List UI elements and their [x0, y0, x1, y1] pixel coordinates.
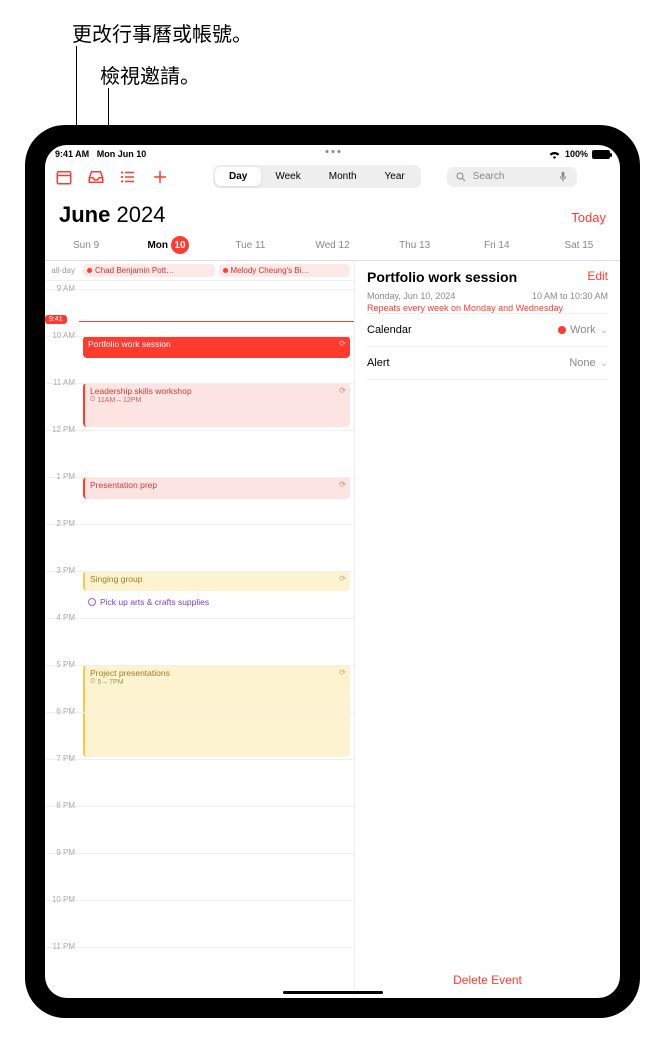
add-event-button[interactable] — [151, 168, 169, 186]
detail-title: Portfolio work session — [367, 269, 517, 285]
hour-row: 11 PM — [45, 947, 354, 994]
home-indicator[interactable] — [283, 991, 383, 994]
hour-label: 3 PM — [45, 566, 79, 575]
hour-label: 2 PM — [45, 519, 79, 528]
weekday-sun[interactable]: Sun 9 — [45, 236, 127, 254]
month-name: June — [59, 202, 110, 227]
weekday-tue[interactable]: Tue 11 — [209, 236, 291, 254]
detail-date-row: Monday, Jun 10, 2024 10 AM to 10:30 AM — [367, 291, 608, 301]
weekday-sat[interactable]: Sat 15 — [538, 236, 620, 254]
today-button[interactable]: Today — [571, 210, 606, 225]
view-week[interactable]: Week — [261, 167, 314, 186]
status-bar: 9:41 AM Mon Jun 10 100% — [45, 145, 620, 159]
dot-icon — [87, 268, 92, 273]
allday-event-title: Chad Benjamin Pott… — [95, 266, 174, 275]
allday-row: all-day Chad Benjamin Pott… Melody Cheun… — [45, 261, 354, 281]
wifi-icon — [548, 149, 561, 159]
hour-label: 10 PM — [45, 895, 79, 904]
view-segmented-control: Day Week Month Year — [213, 165, 421, 188]
row-label: Alert — [367, 357, 390, 369]
calendar-color-dot — [558, 326, 566, 334]
detail-date: Monday, Jun 10, 2024 — [367, 291, 455, 301]
hour-row: 5 PM — [45, 665, 354, 712]
hour-label: 6 PM — [45, 707, 79, 716]
hour-row: 10 PM — [45, 900, 354, 947]
hour-label: 12 PM — [45, 425, 79, 434]
hour-row: 6 PM — [45, 712, 354, 759]
row-label: Calendar — [367, 324, 412, 336]
hour-label: 11 PM — [45, 942, 79, 951]
hour-label: 8 PM — [45, 801, 79, 810]
hour-row: 8 PM — [45, 806, 354, 853]
delete-event-button[interactable]: Delete Event — [355, 973, 620, 987]
weekday-thu[interactable]: Thu 13 — [374, 236, 456, 254]
chevron-icon: ⌄ — [600, 358, 608, 369]
detail-alert-row[interactable]: Alert None ⌄ — [367, 346, 608, 380]
row-value: Work — [570, 324, 595, 336]
status-time: 9:41 AM — [55, 149, 89, 159]
dictation-icon[interactable] — [557, 171, 569, 183]
battery-icon — [592, 150, 610, 159]
view-day[interactable]: Day — [215, 167, 261, 186]
chevron-icon: ⌄ — [600, 325, 608, 336]
weekday-wed[interactable]: Wed 12 — [291, 236, 373, 254]
callout-change-calendar: 更改行事曆或帳號。 — [72, 18, 252, 47]
weekday-fri[interactable]: Fri 14 — [456, 236, 538, 254]
hour-row: 11 AM — [45, 383, 354, 430]
allday-label: all-day — [49, 266, 79, 275]
year: 2024 — [116, 202, 165, 227]
search-placeholder: Search — [473, 171, 505, 182]
timeline-grid[interactable]: 9:41 Portfolio work session ⟳ Leadership… — [45, 281, 354, 998]
hour-row: 12 PM — [45, 430, 354, 477]
allday-event[interactable]: Chad Benjamin Pott… — [83, 264, 215, 277]
row-value: None — [569, 357, 595, 369]
search-field[interactable]: Search — [447, 167, 577, 187]
detail-repeat: Repeats every week on Monday and Wednesd… — [367, 303, 608, 313]
main-split: all-day Chad Benjamin Pott… Melody Cheun… — [45, 261, 620, 998]
allday-event[interactable]: Melody Cheung's Bi… — [219, 264, 351, 277]
search-icon — [455, 171, 467, 183]
hour-row: 3 PM — [45, 571, 354, 618]
list-button[interactable] — [119, 168, 137, 186]
hour-row: 7 PM — [45, 759, 354, 806]
hour-row: 1 PM — [45, 477, 354, 524]
hour-label: 9 PM — [45, 848, 79, 857]
hour-label: 5 PM — [45, 660, 79, 669]
inbox-button[interactable] — [87, 168, 105, 186]
hour-label: 9 AM — [45, 284, 79, 293]
view-year[interactable]: Year — [371, 167, 419, 186]
hour-label: 1 PM — [45, 472, 79, 481]
allday-event-title: Melody Cheung's Bi… — [231, 266, 310, 275]
detail-calendar-row[interactable]: Calendar Work ⌄ — [367, 313, 608, 346]
hour-row: 2 PM — [45, 524, 354, 571]
weekday-mon[interactable]: Mon10 — [127, 236, 209, 254]
hour-row: 10 AM — [45, 336, 354, 383]
month-title: June 2024 — [59, 202, 165, 228]
event-detail-pane: Portfolio work session Edit Monday, Jun … — [355, 261, 620, 998]
status-time-date: 9:41 AM Mon Jun 10 — [55, 149, 146, 159]
multitask-dots[interactable] — [325, 150, 340, 153]
hour-label: 11 AM — [45, 378, 79, 387]
detail-time: 10 AM to 10:30 AM — [532, 291, 608, 301]
ipad-frame: 9:41 AM Mon Jun 10 100% — [25, 125, 640, 1018]
hour-row: 9 AM — [45, 289, 354, 336]
calendars-button[interactable] — [55, 168, 73, 186]
weekday-row: Sun 9Mon10Tue 11Wed 12Thu 13Fri 14Sat 15 — [45, 232, 620, 261]
hour-label: 10 AM — [45, 331, 79, 340]
status-right: 100% — [548, 149, 610, 159]
view-month[interactable]: Month — [315, 167, 371, 186]
hour-row: 9 PM — [45, 853, 354, 900]
callout-view-invites: 檢視邀請。 — [100, 60, 200, 89]
hour-row: 4 PM — [45, 618, 354, 665]
status-date: Mon Jun 10 — [97, 149, 147, 159]
hour-label: 7 PM — [45, 754, 79, 763]
dot-icon — [223, 268, 228, 273]
month-header: June 2024 Today — [45, 196, 620, 232]
hour-label: 4 PM — [45, 613, 79, 622]
battery-percent: 100% — [565, 149, 588, 159]
timeline[interactable]: all-day Chad Benjamin Pott… Melody Cheun… — [45, 261, 355, 998]
toolbar: Day Week Month Year Search — [45, 159, 620, 196]
screen: 9:41 AM Mon Jun 10 100% — [45, 145, 620, 998]
edit-button[interactable]: Edit — [587, 269, 608, 283]
